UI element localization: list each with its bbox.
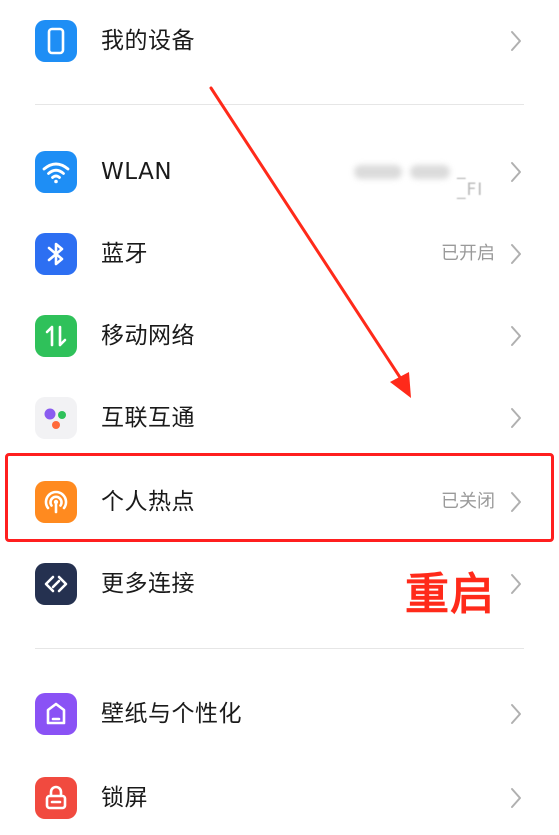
settings-item-wlan[interactable]: WLAN _ _FI <box>0 131 559 213</box>
chevron-right-icon <box>508 702 524 726</box>
lock-icon <box>35 777 77 819</box>
wifi-network-name: _ _FI <box>352 160 494 200</box>
settings-item-wallpaper[interactable]: 壁纸与个性化 <box>0 673 559 755</box>
mobile-data-icon <box>35 315 77 357</box>
more-connections-icon <box>35 563 77 605</box>
phone-icon <box>35 20 77 62</box>
chevron-right-icon <box>508 242 524 266</box>
section-divider <box>35 104 524 105</box>
settings-item-label: 锁屏 <box>101 785 148 811</box>
chevron-right-icon <box>508 324 524 348</box>
settings-item-label: 移动网络 <box>101 323 195 349</box>
settings-item-label: 互联互通 <box>101 405 195 431</box>
section-divider <box>35 648 524 649</box>
settings-item-label: 我的设备 <box>101 28 195 54</box>
chevron-right-icon <box>508 29 524 53</box>
chevron-right-icon <box>508 786 524 810</box>
wallpaper-icon <box>35 693 77 735</box>
settings-item-interconnect[interactable]: 互联互通 <box>0 377 559 459</box>
settings-item-label: 壁纸与个性化 <box>101 701 242 727</box>
annotation-text: 重启 <box>405 569 495 620</box>
settings-item-my-device[interactable]: 我的设备 <box>0 0 559 82</box>
settings-item-mobile-network[interactable]: 移动网络 <box>0 295 559 377</box>
settings-item-bluetooth[interactable]: 蓝牙 已开启 <box>0 213 559 295</box>
wifi-icon <box>35 151 77 193</box>
bluetooth-icon <box>35 233 77 275</box>
chevron-right-icon <box>508 572 524 596</box>
chevron-right-icon <box>508 160 524 184</box>
settings-item-label: 蓝牙 <box>101 241 148 267</box>
highlight-box <box>5 453 554 542</box>
settings-item-lock-screen[interactable]: 锁屏 <box>0 755 559 835</box>
interconnect-icon <box>35 397 77 439</box>
settings-item-label: WLAN <box>101 159 173 185</box>
chevron-right-icon <box>508 406 524 430</box>
bluetooth-status: 已开启 <box>441 243 495 264</box>
settings-item-label: 更多连接 <box>101 571 195 597</box>
